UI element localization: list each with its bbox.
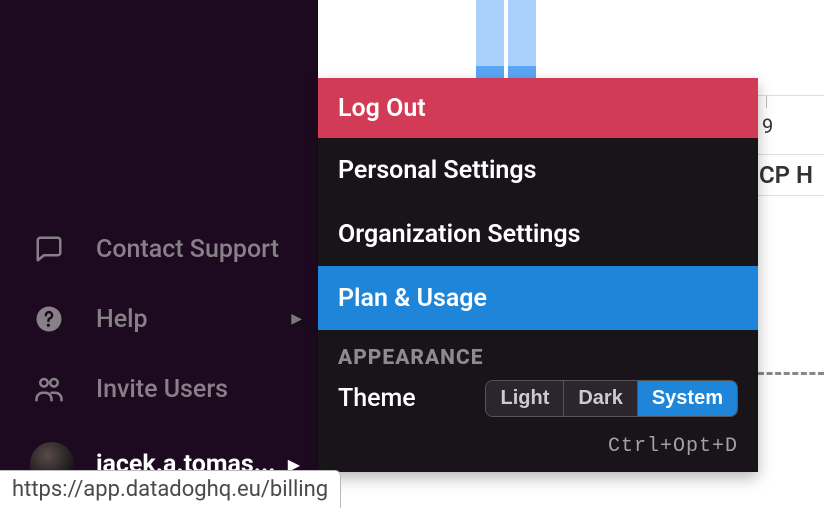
keyboard-shortcut-hint: Ctrl+Opt+D (318, 427, 758, 472)
sidebar-item-label: Invite Users (96, 375, 228, 404)
menu-item-label: Organization Settings (338, 220, 580, 249)
question-circle-icon (34, 304, 74, 334)
status-bar-url: https://app.datadoghq.eu/billing (0, 470, 341, 508)
sidebar-item-help[interactable]: Help ▶ (0, 284, 318, 354)
chevron-right-icon: ▶ (291, 311, 302, 327)
menu-item-label: Log Out (338, 94, 426, 123)
menu-item-label: Plan & Usage (338, 284, 487, 313)
menu-item-organization-settings[interactable]: Organization Settings (318, 202, 758, 266)
sidebar-item-label: Contact Support (96, 235, 279, 264)
sidebar-item-contact-support[interactable]: Contact Support (0, 214, 318, 284)
account-popover: Log Out Personal Settings Organization S… (318, 78, 758, 472)
theme-row: Theme Light Dark System (318, 374, 758, 427)
menu-item-label: Personal Settings (338, 156, 536, 185)
menu-item-logout[interactable]: Log Out (318, 78, 758, 138)
chart-x-label: 9 (762, 114, 773, 138)
sidebar-item-label: Help (96, 305, 148, 334)
theme-option-system[interactable]: System (638, 381, 737, 416)
theme-segmented-control: Light Dark System (485, 380, 738, 417)
chat-bubble-icon (34, 234, 74, 264)
chart-dashed-line (758, 372, 824, 375)
appearance-section-label: APPEARANCE (318, 330, 758, 374)
menu-item-personal-settings[interactable]: Personal Settings (318, 138, 758, 202)
sidebar-nav-list: Contact Support Help ▶ (0, 214, 318, 424)
theme-option-light[interactable]: Light (486, 381, 564, 416)
chart-tick (766, 96, 767, 108)
menu-item-plan-usage[interactable]: Plan & Usage (318, 266, 758, 330)
sidebar: Contact Support Help ▶ (0, 0, 318, 508)
theme-option-dark[interactable]: Dark (564, 381, 637, 416)
users-icon (34, 374, 74, 404)
sidebar-item-invite-users[interactable]: Invite Users (0, 354, 318, 424)
theme-label: Theme (338, 384, 416, 413)
